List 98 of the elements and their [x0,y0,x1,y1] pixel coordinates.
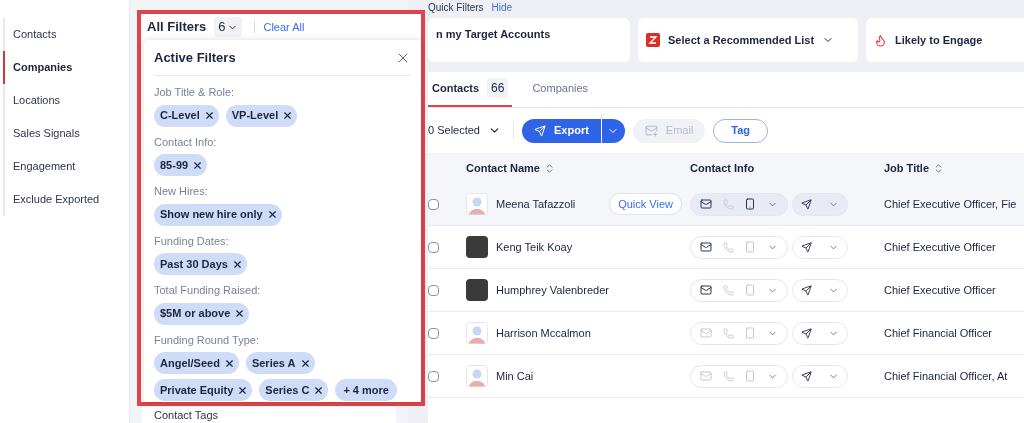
contact-name[interactable]: Humphrey Valenbreder [496,281,609,299]
filter-group-label: Funding Dates: [154,233,230,249]
sidebar-item[interactable]: Engagement [3,150,129,183]
export-contact-pill[interactable] [792,364,848,388]
sidebar-item[interactable]: Contacts [3,18,129,51]
chip-label: Show new hire only [160,207,263,223]
quick-filters-title: Quick Filters [428,0,484,15]
job-title: Chief Financial Officer, At [884,368,1009,384]
export-contact-pill[interactable] [792,278,848,302]
phone-icon [722,327,734,339]
chip-label: Private Equity [160,382,234,398]
export-icon [801,241,812,253]
remove-icon[interactable] [313,384,325,396]
export-icon [534,124,546,137]
contact-name[interactable]: Meena Tafazzoli [496,195,576,213]
active-filters-title: Active Filters [154,48,236,67]
chip-label: C-Level [160,108,200,124]
filter-group-label: Total Funding Raised: [154,283,262,298]
selection-dropdown[interactable]: 0 Selected [428,122,514,139]
tab[interactable]: Companies [528,71,593,107]
chip-label: Angel/Seed [160,355,220,371]
filter-count-dropdown[interactable]: 6 [214,17,243,37]
filter-group-label: Contact Info: [154,134,218,150]
remove-icon[interactable] [237,384,249,396]
export-icon [801,370,812,382]
quick-filter-label: Select a Recommended List [668,32,815,48]
contact-info-pill[interactable] [690,235,788,259]
email-icon [644,124,658,137]
photo-placeholder [466,279,488,301]
remove-icon[interactable] [282,110,294,121]
export-menu-button[interactable] [600,118,625,143]
hide-link[interactable]: Hide [491,0,513,15]
chip-label: Series A [251,355,296,371]
chip-label: Past 30 Days [160,256,228,272]
job-title: Chief Executive Officer, Fie [884,196,1018,212]
chip-label: $5M or above [160,306,231,322]
export-contact-pill[interactable] [792,235,848,259]
remove-icon[interactable] [234,308,246,319]
logo-icon [646,33,660,47]
job-title: Chief Executive Officer [884,282,997,298]
sidebar-item[interactable]: Locations [3,84,129,117]
export-contact-pill[interactable] [792,192,848,216]
sidebar-item[interactable]: Exclude Exported [3,183,129,216]
photo-placeholder [466,236,488,258]
quick-filter-card[interactable]: n my Target Accounts [428,18,630,62]
job-title: Chief Financial Officer [884,325,993,341]
phone-icon [722,198,734,210]
filter-group-label: Job Title & Role: [154,85,236,100]
job-title: Chief Executive Officer [884,239,997,255]
chip-label: Series C [265,382,310,398]
row-checkbox[interactable] [428,241,439,253]
remove-icon[interactable] [203,110,215,121]
avatar-placeholder-icon [466,193,488,215]
avatar-placeholder-icon [466,322,488,344]
column-header: Job Title [884,160,930,176]
export-button[interactable]: Export [522,118,601,143]
contact-name[interactable]: Keng Teik Koay [496,238,573,256]
quick-view-button[interactable]: Quick View [609,193,682,215]
flame-icon [874,33,887,47]
row-checkbox[interactable] [428,284,439,296]
row-checkbox[interactable] [428,370,439,382]
chip-label: 85-99 [160,157,189,173]
contact-name[interactable]: Harrison Mccalmon [496,324,591,342]
quick-filter-label: n my Target Accounts [436,27,551,42]
clear-all-link[interactable]: Clear All [263,18,305,36]
filter-row[interactable]: Contact Tags [142,407,396,423]
filter-group-label: Funding Round Type: [154,332,260,348]
remove-icon[interactable] [223,357,235,369]
phone-icon [722,370,734,382]
filter-label: Contact Tags [154,407,218,423]
row-checkbox[interactable] [428,198,439,210]
filter-group-label: New Hires: [154,184,209,199]
contact-info-pill[interactable] [690,278,788,302]
quick-filter-card[interactable]: Likely to Engage [866,18,1024,62]
row-checkbox[interactable] [428,327,439,339]
remove-icon[interactable] [266,209,278,220]
remove-icon[interactable] [231,258,243,270]
all-filters-title: All Filters [147,18,207,37]
count-badge: 66 [487,78,509,98]
quick-filter-card[interactable]: Select a Recommended List [638,18,858,62]
column-header: Contact Info [690,160,755,176]
remove-icon[interactable] [299,357,311,369]
export-icon [801,284,812,296]
export-contact-pill[interactable] [792,321,848,345]
contact-name[interactable]: Min Cai [496,367,534,385]
phone-icon [722,284,734,296]
chip-label: VP-Level [231,108,279,124]
remove-icon[interactable] [192,159,204,171]
export-icon [801,327,812,339]
export-icon [801,198,812,210]
tab[interactable]: Contacts 66 [428,71,513,107]
avatar-placeholder-icon [466,365,488,387]
more-chip[interactable]: + 4 more [335,379,397,401]
phone-icon [722,241,734,253]
sidebar-item[interactable]: Sales Signals [3,117,129,150]
contact-info-pill[interactable] [690,192,788,216]
quick-filter-label: Likely to Engage [895,32,983,48]
column-header: Contact Name [466,160,540,176]
